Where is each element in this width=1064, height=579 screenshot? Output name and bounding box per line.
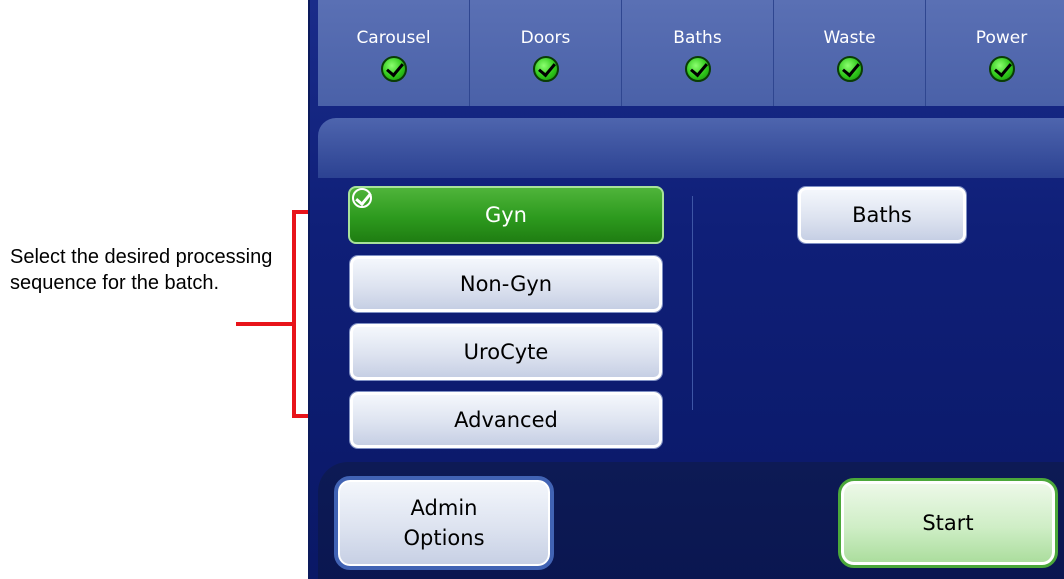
start-button[interactable]: Start bbox=[838, 478, 1058, 568]
callout-text: Select the desired processing sequence f… bbox=[10, 246, 273, 294]
sequence-urocyte-button[interactable]: UroCyte bbox=[350, 324, 662, 380]
status-label: Waste bbox=[823, 28, 876, 48]
status-label: Carousel bbox=[356, 28, 431, 48]
checkmark-circle-icon bbox=[988, 56, 1015, 82]
status-power: Power bbox=[926, 0, 1064, 106]
instrument-screen: Carousel Doors Baths Waste Power Gyn Non… bbox=[308, 0, 1064, 579]
baths-label: Baths bbox=[852, 203, 912, 227]
status-waste: Waste bbox=[774, 0, 926, 106]
checkmark-circle-icon bbox=[532, 56, 559, 82]
admin-label-line2: Options bbox=[403, 526, 485, 550]
sequence-gyn-button[interactable]: Gyn bbox=[348, 186, 664, 244]
sequence-non-gyn-button[interactable]: Non-Gyn bbox=[350, 256, 662, 312]
admin-label-line1: Admin bbox=[410, 496, 478, 520]
column-divider bbox=[692, 196, 693, 410]
baths-button[interactable]: Baths bbox=[798, 187, 966, 243]
sequence-advanced-label: Advanced bbox=[454, 408, 558, 432]
status-doors: Doors bbox=[470, 0, 622, 106]
start-label: Start bbox=[922, 511, 974, 535]
status-carousel: Carousel bbox=[318, 0, 470, 106]
sequence-non-gyn-label: Non-Gyn bbox=[459, 272, 553, 296]
header-band bbox=[318, 118, 1064, 178]
checkmark-circle-icon bbox=[684, 56, 711, 82]
admin-options-button[interactable]: Admin Options bbox=[334, 476, 554, 570]
sequence-urocyte-label: UroCyte bbox=[463, 340, 549, 364]
checkmark-circle-icon bbox=[836, 56, 863, 82]
status-label: Doors bbox=[520, 28, 571, 48]
status-label: Power bbox=[975, 28, 1028, 48]
status-baths: Baths bbox=[622, 0, 774, 106]
status-label: Baths bbox=[673, 28, 722, 48]
status-bar: Carousel Doors Baths Waste Power bbox=[318, 0, 1064, 106]
checkmark-icon bbox=[352, 188, 372, 208]
callout-bracket-vertical bbox=[292, 210, 296, 418]
checkmark-circle-icon bbox=[380, 56, 407, 82]
sequence-advanced-button[interactable]: Advanced bbox=[350, 392, 662, 448]
sequence-gyn-label: Gyn bbox=[484, 203, 527, 227]
callout-leader-line bbox=[236, 322, 294, 326]
